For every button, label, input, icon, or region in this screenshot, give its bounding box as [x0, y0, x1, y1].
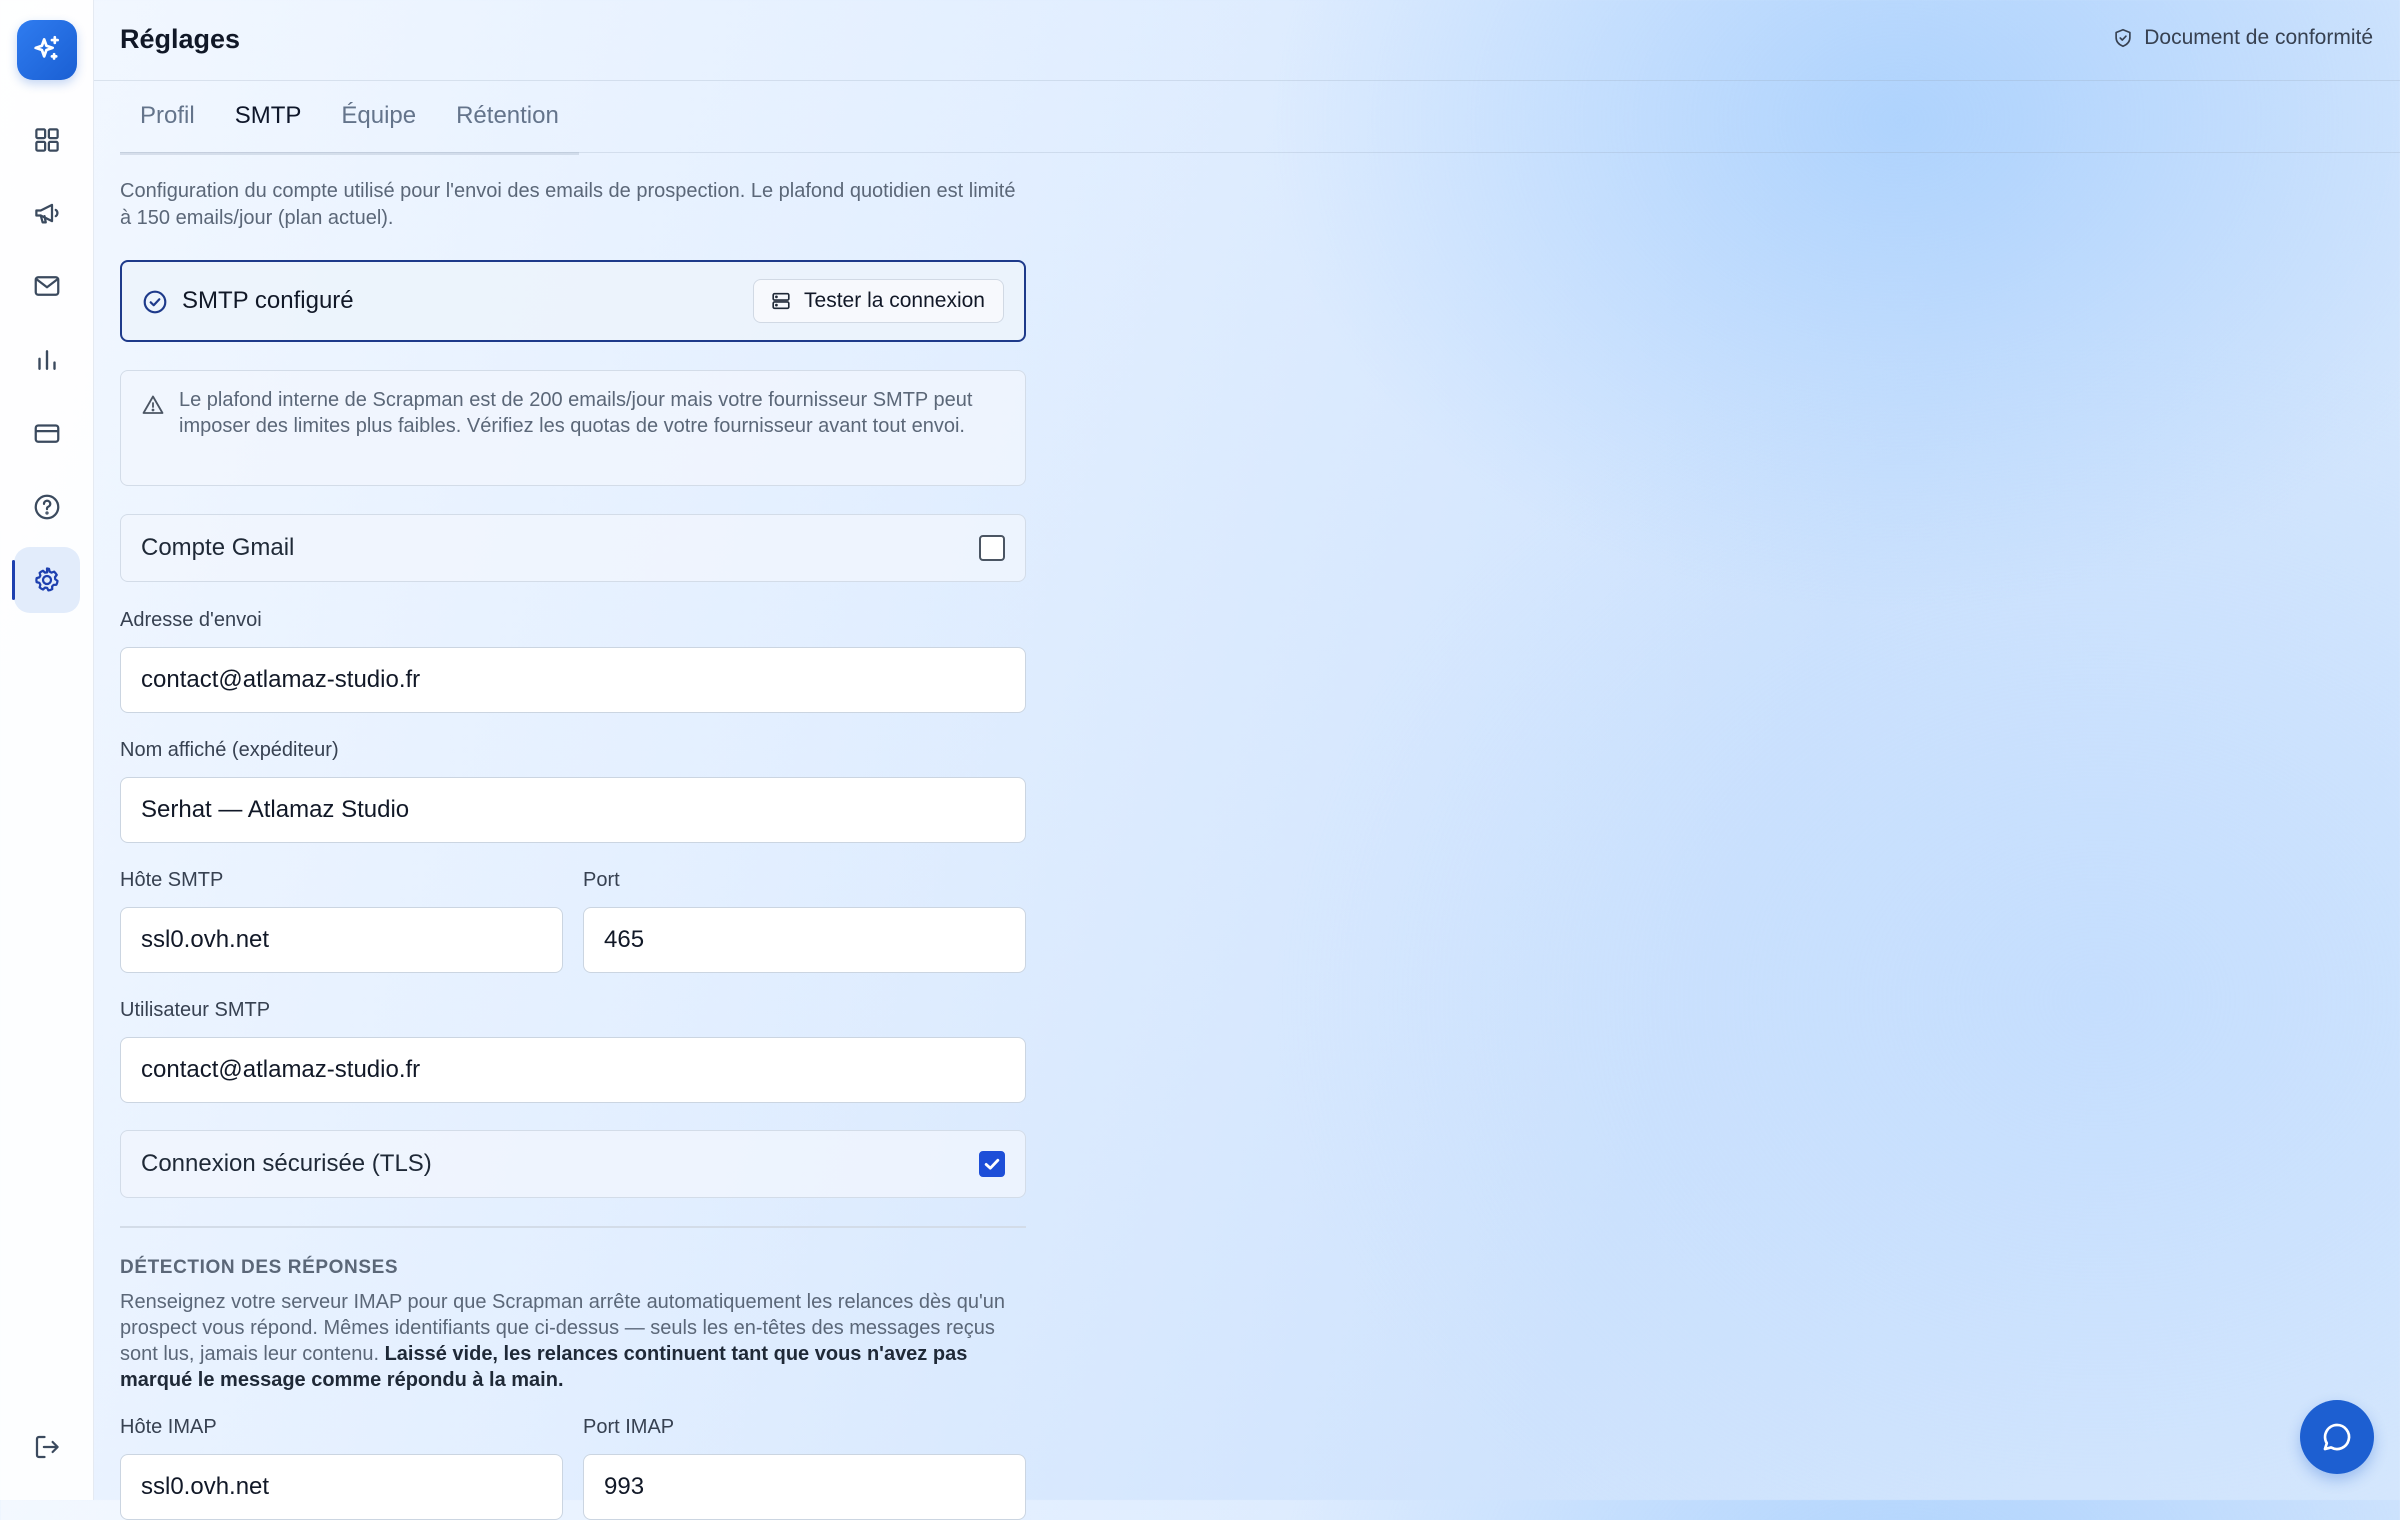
smtp-status-card: SMTP configuré Tester la connexion [120, 260, 1026, 342]
smtp-limit-warning: Le plafond interne de Scrapman est de 20… [120, 370, 1026, 486]
page-title: Réglages [120, 24, 241, 54]
imap-host-label: Hôte IMAP [120, 1416, 217, 1438]
display-name-label: Nom affiché (expéditeur) [120, 739, 339, 761]
chat-bubble-icon [2323, 1423, 2351, 1451]
nav-active-indicator [12, 560, 15, 600]
smtp-port-input[interactable]: 465 [583, 907, 1026, 973]
server-icon [772, 292, 790, 310]
warning-text: Le plafond interne de Scrapman est de 20… [179, 389, 973, 437]
imap-port-input[interactable]: 993 [583, 1454, 1026, 1520]
compliance-document-link[interactable]: Document de conformité [2112, 26, 2373, 50]
gmail-checkbox[interactable] [979, 535, 1005, 561]
gmail-toggle-label: Compte Gmail [141, 534, 295, 561]
reply-detection-title: DÉTECTION DES RÉPONSES [120, 1257, 399, 1278]
tab-smtp[interactable]: SMTP [215, 80, 322, 152]
header: Réglages Document de conformité [94, 0, 2400, 81]
nav-dashboard[interactable] [14, 107, 80, 173]
help-circle-icon [34, 494, 60, 520]
smtp-intro-text: Configuration du compte utilisé pour l'e… [120, 180, 1016, 229]
tab-list: Profil SMTP Équipe Rétention [120, 80, 579, 155]
nav-settings[interactable] [14, 547, 80, 613]
smtp-port-label: Port [583, 869, 620, 891]
tls-toggle[interactable]: Connexion sécurisée (TLS) [120, 1130, 1026, 1198]
settings-tabs: Profil SMTP Équipe Rétention [120, 80, 2400, 155]
shield-check-icon [2115, 28, 2131, 48]
nav-campaigns[interactable] [14, 180, 80, 246]
warning-triangle-icon [142, 395, 164, 414]
sender-address-input[interactable]: contact@atlamaz-studio.fr [120, 647, 1026, 713]
grid-icon [35, 128, 59, 152]
nav-help[interactable] [14, 474, 80, 540]
test-connection-button[interactable]: Tester la connexion [753, 279, 1004, 323]
nav-statistics[interactable] [14, 327, 80, 393]
checkmark-icon [984, 1158, 1000, 1170]
logout-button[interactable] [14, 1414, 80, 1480]
smtp-user-input[interactable]: contact@atlamaz-studio.fr [120, 1037, 1026, 1103]
app-logo[interactable] [17, 20, 77, 80]
nav-billing[interactable] [14, 400, 80, 466]
section-divider [120, 1226, 1026, 1228]
tab-profil[interactable]: Profil [120, 80, 215, 152]
logout-icon [35, 1435, 59, 1459]
smtp-user-label: Utilisateur SMTP [120, 999, 271, 1021]
sender-address-label: Adresse d'envoi [120, 609, 262, 631]
tab-retention[interactable]: Rétention [436, 80, 579, 152]
gear-icon [35, 567, 59, 592]
tls-toggle-label: Connexion sécurisée (TLS) [141, 1150, 432, 1177]
imap-host-input[interactable]: ssl0.ovh.net [120, 1454, 563, 1520]
bar-chart-icon [38, 350, 56, 370]
megaphone-icon [35, 203, 59, 224]
test-connection-label: Tester la connexion [804, 289, 985, 312]
sidebar [0, 0, 94, 1500]
imap-port-label: Port IMAP [583, 1416, 675, 1438]
nav-emails[interactable] [14, 253, 80, 319]
credit-card-icon [34, 424, 60, 443]
reply-detection-description: Renseignez votre serveur IMAP pour que S… [120, 1289, 1026, 1393]
compliance-link-label: Document de conformité [2144, 26, 2373, 49]
mail-icon [34, 276, 60, 296]
smtp-status-text: SMTP configuré [182, 287, 354, 314]
tls-checkbox[interactable] [979, 1151, 1005, 1177]
gmail-account-toggle[interactable]: Compte Gmail [120, 514, 1026, 582]
check-circle-icon [143, 290, 167, 314]
display-name-input[interactable]: Serhat — Atlamaz Studio [120, 777, 1026, 843]
smtp-host-label: Hôte SMTP [120, 869, 224, 891]
smtp-host-input[interactable]: ssl0.ovh.net [120, 907, 563, 973]
tab-equipe[interactable]: Équipe [321, 80, 436, 152]
support-chat-button[interactable] [2300, 1400, 2374, 1474]
sparkles-icon [34, 35, 59, 60]
